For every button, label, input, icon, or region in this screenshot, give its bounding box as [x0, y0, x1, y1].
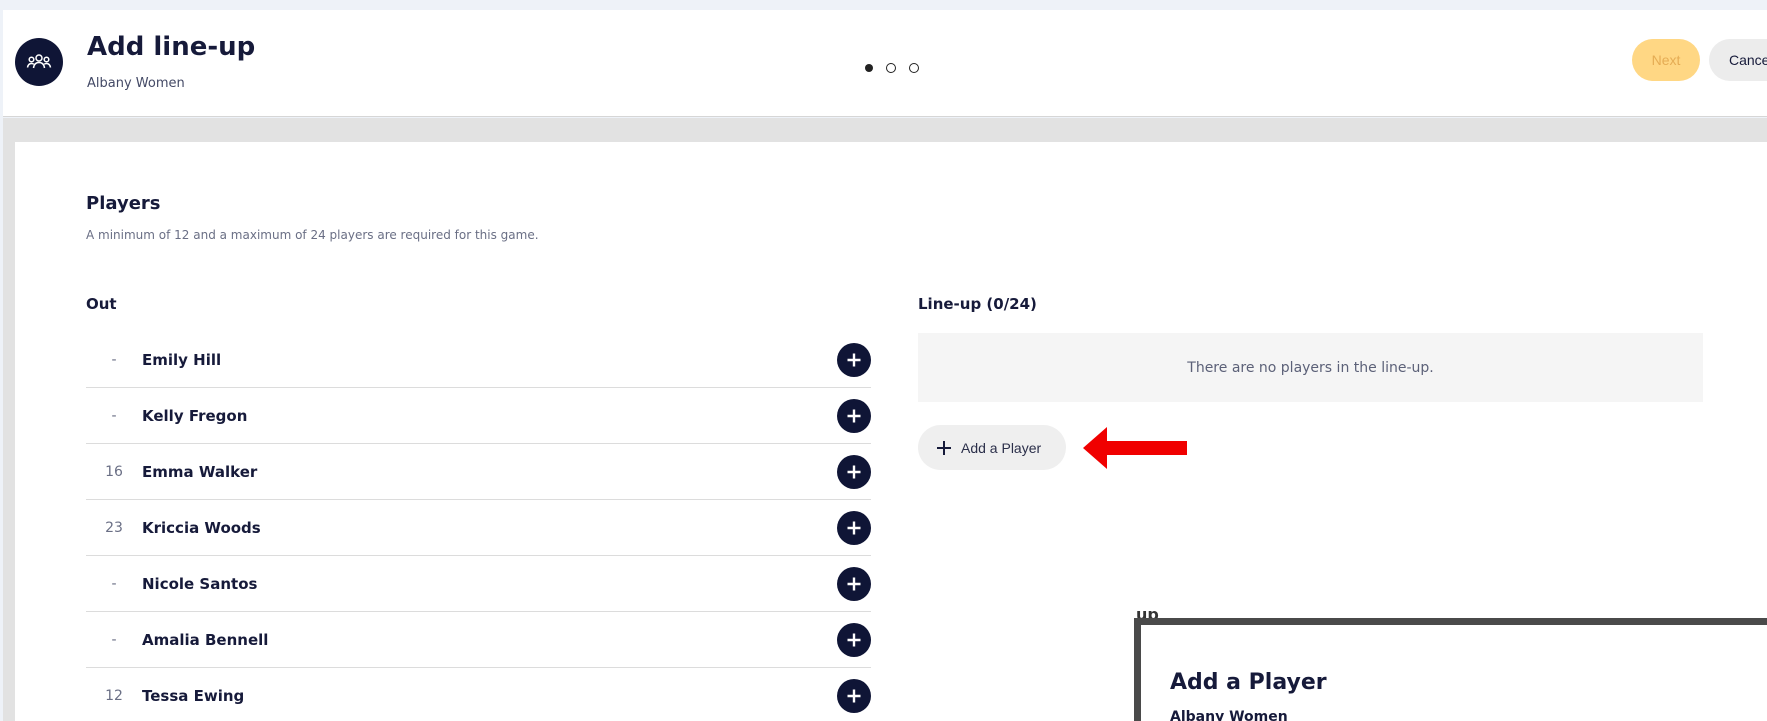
modal-peek-text: up — [1136, 608, 1159, 618]
player-row: - Amalia Bennell — [86, 612, 871, 668]
page-title: Add line-up — [87, 32, 256, 62]
player-number: - — [111, 575, 117, 592]
lineup-heading: Line-up (0/24) — [918, 295, 1037, 313]
add-to-lineup-button[interactable] — [837, 623, 871, 657]
player-name: Kriccia Woods — [142, 518, 261, 537]
plus-icon — [847, 521, 861, 535]
add-to-lineup-button[interactable] — [837, 399, 871, 433]
plus-icon — [937, 440, 951, 455]
step-dot-1 — [865, 64, 873, 72]
player-name: Emily Hill — [142, 350, 222, 369]
player-number: 23 — [105, 519, 123, 536]
add-to-lineup-button[interactable] — [837, 679, 871, 713]
page-header: Add line-up Albany Women Next Cance — [3, 10, 1767, 117]
player-number: - — [111, 407, 117, 424]
add-to-lineup-button[interactable] — [837, 343, 871, 377]
annotation-arrow-icon — [1083, 427, 1187, 469]
player-row: 23 Kriccia Woods — [86, 500, 871, 556]
out-list-heading: Out — [86, 295, 117, 313]
player-row: - Nicole Santos — [86, 556, 871, 612]
plus-icon — [847, 353, 861, 367]
player-row: 12 Tessa Ewing — [86, 668, 871, 721]
player-number: - — [111, 631, 117, 648]
add-to-lineup-button[interactable] — [837, 511, 871, 545]
player-name: Amalia Bennell — [142, 630, 269, 649]
plus-icon — [847, 465, 861, 479]
player-name: Nicole Santos — [142, 574, 258, 593]
player-row: - Kelly Fregon — [86, 388, 871, 444]
player-name: Emma Walker — [142, 462, 258, 481]
player-number: 12 — [105, 687, 123, 704]
add-player-modal: Add a Player Albany Women — [1141, 625, 1767, 721]
player-row: 16 Emma Walker — [86, 444, 871, 500]
player-number: 16 — [105, 463, 123, 480]
modal-subtitle: Albany Women — [1170, 709, 1288, 721]
plus-icon — [847, 633, 861, 647]
plus-icon — [847, 409, 861, 423]
step-dot-3 — [909, 63, 919, 73]
player-number: - — [111, 351, 117, 368]
cancel-button[interactable]: Cance — [1709, 39, 1767, 81]
lineup-empty-text: There are no players in the line-up. — [1187, 359, 1434, 376]
player-row: - Emily Hill — [86, 332, 871, 388]
player-name: Tessa Ewing — [142, 686, 245, 705]
plus-icon — [847, 577, 861, 591]
modal-title: Add a Player — [1170, 670, 1327, 695]
players-section-title: Players — [86, 193, 161, 214]
plus-icon — [847, 689, 861, 703]
step-dot-2 — [886, 63, 896, 73]
player-name: Kelly Fregon — [142, 406, 248, 425]
add-player-label: Add a Player — [961, 439, 1042, 456]
out-player-list: - Emily Hill - Kelly Fregon 16 Emma Walk… — [86, 332, 871, 721]
add-to-lineup-button[interactable] — [837, 567, 871, 601]
players-requirement-text: A minimum of 12 and a maximum of 24 play… — [86, 228, 539, 242]
add-to-lineup-button[interactable] — [837, 455, 871, 489]
next-button[interactable]: Next — [1632, 39, 1700, 81]
add-player-button[interactable]: Add a Player — [918, 425, 1066, 470]
step-indicator — [865, 63, 919, 73]
lineup-empty-state: There are no players in the line-up. — [918, 333, 1703, 402]
team-users-icon — [15, 38, 63, 86]
team-name: Albany Women — [87, 76, 185, 91]
